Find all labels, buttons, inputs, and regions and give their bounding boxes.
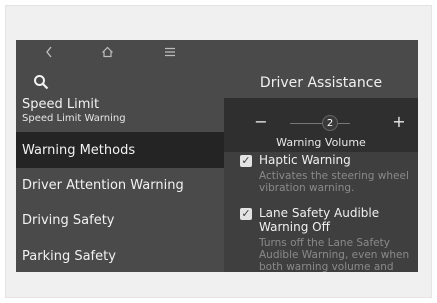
sidebar-item-label: Warning Methods [22, 142, 136, 158]
sidebar-item-parking-safety[interactable]: Parking Safety [16, 249, 224, 271]
volume-track[interactable] [290, 123, 350, 124]
sidebar-item-label: Driver Attention Warning [22, 178, 184, 193]
volume-label: Warning Volume [276, 136, 366, 149]
lane-safety-audible-warning-checkbox[interactable]: ✓ [240, 208, 252, 220]
option-title: Haptic Warning [259, 153, 351, 167]
warning-methods-panel: − 2 + Warning Volume ✓ Haptic Warning Ac… [224, 98, 418, 272]
search-icon[interactable] [33, 74, 49, 90]
home-icon[interactable] [100, 44, 114, 60]
sidebar-item-sublabel: Speed Limit Warning [22, 113, 126, 124]
lane-safety-audible-warning-option[interactable]: ✓ Lane Safety Audible Warning Off Turns … [240, 206, 416, 272]
sidebar-item-warning-methods[interactable]: Warning Methods [16, 132, 224, 168]
volume-value[interactable]: 2 [322, 115, 338, 131]
volume-increase-button[interactable]: + [391, 112, 407, 131]
sidebar-item-label: Speed Limit [22, 97, 100, 112]
menu-icon[interactable] [163, 44, 177, 60]
volume-decrease-button[interactable]: − [253, 112, 269, 131]
sidebar-item-driving-safety[interactable]: Driving Safety [16, 213, 224, 235]
option-title: Lane Safety Audible Warning Off [259, 206, 380, 234]
sidebar-item-speed-limit[interactable]: Speed Limit Speed Limit Warning [16, 97, 224, 137]
haptic-warning-checkbox[interactable]: ✓ [240, 155, 252, 167]
option-description: Turns off the Lane Safety Audible Warnin… [259, 237, 410, 272]
option-description: Activates the steering wheel vibration w… [259, 170, 409, 194]
sidebar-item-label: Driving Safety [22, 213, 115, 228]
warning-volume-control: − 2 + Warning Volume [224, 98, 418, 152]
back-arrow-icon[interactable] [43, 44, 55, 60]
page-title: Driver Assistance [259, 75, 383, 91]
top-navigation [16, 40, 224, 66]
infotainment-screen: Speed Limit Speed Limit Warning Warning … [16, 40, 418, 272]
settings-category-list: Speed Limit Speed Limit Warning Warning … [16, 92, 224, 272]
haptic-warning-option[interactable]: ✓ Haptic Warning Activates the steering … [240, 153, 416, 194]
sidebar-item-driver-attention-warning[interactable]: Driver Attention Warning [16, 178, 224, 200]
sidebar-item-label: Parking Safety [22, 249, 116, 264]
